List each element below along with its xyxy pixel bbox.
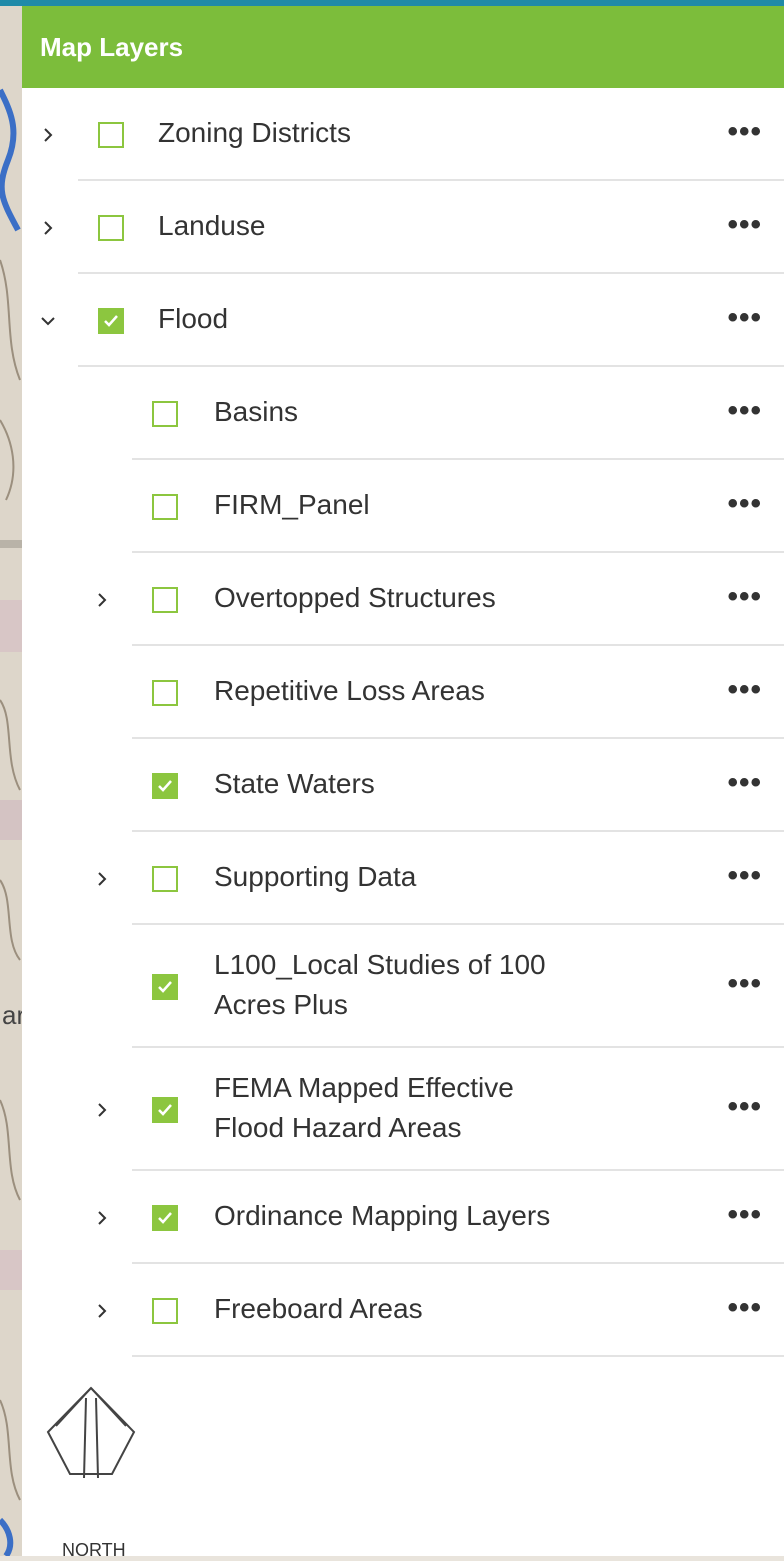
map-layers-panel: Map Layers Zoning Districts ••• Landuse •••…: [22, 6, 784, 1556]
check-icon: [158, 980, 172, 993]
more-options-icon[interactable]: •••: [727, 859, 762, 893]
layer-row[interactable]: Supporting Data •••: [22, 832, 784, 925]
layer-label[interactable]: FIRM_Panel: [214, 485, 370, 525]
more-options-icon[interactable]: •••: [727, 673, 762, 707]
check-icon: [104, 314, 118, 327]
checkbox-checked[interactable]: [152, 1204, 178, 1231]
layer-label[interactable]: Overtopped Structures: [214, 578, 496, 618]
more-options-icon[interactable]: •••: [727, 301, 762, 335]
checkbox-unchecked[interactable]: [98, 121, 124, 148]
layer-label[interactable]: Zoning Districts: [158, 113, 351, 153]
layer-label[interactable]: Supporting Data: [214, 857, 416, 897]
map-background[interactable]: ar: [0, 0, 22, 1556]
checkbox-checked[interactable]: [152, 772, 178, 799]
chevron-right-icon[interactable]: [92, 1301, 112, 1321]
chevron-right-icon[interactable]: [92, 590, 112, 610]
layer-label[interactable]: FEMA Mapped Effective Flood Hazard Areas: [214, 1068, 514, 1148]
layer-row[interactable]: Landuse •••: [22, 181, 784, 274]
layer-label[interactable]: Ordinance Mapping Layers: [214, 1196, 550, 1236]
checkbox-checked[interactable]: [152, 1096, 178, 1123]
map-lines-icon: [0, 88, 22, 1556]
layer-row[interactable]: State Waters •••: [22, 739, 784, 832]
map-text: ar: [2, 1000, 22, 1030]
checkbox-checked[interactable]: [152, 973, 178, 1000]
row-divider: [132, 1355, 784, 1357]
checkbox-unchecked[interactable]: [152, 679, 178, 706]
checkbox-unchecked[interactable]: [98, 214, 124, 241]
chevron-right-icon[interactable]: [92, 1100, 112, 1120]
layer-row[interactable]: Freeboard Areas •••: [22, 1264, 784, 1357]
layer-row[interactable]: Ordinance Mapping Layers •••: [22, 1171, 784, 1264]
north-arrow-icon: [46, 1386, 136, 1479]
checkbox-unchecked[interactable]: [152, 400, 178, 427]
layer-row[interactable]: Basins •••: [22, 367, 784, 460]
layer-row[interactable]: Overtopped Structures •••: [22, 553, 784, 646]
layer-row[interactable]: Flood •••: [22, 274, 784, 367]
layer-label[interactable]: L100_Local Studies of 100 Acres Plus: [214, 945, 546, 1025]
more-options-icon[interactable]: •••: [727, 1198, 762, 1232]
layer-label[interactable]: Repetitive Loss Areas: [214, 671, 485, 711]
layer-row[interactable]: FEMA Mapped Effective Flood Hazard Areas…: [22, 1048, 784, 1171]
check-icon: [158, 779, 172, 792]
check-icon: [158, 1103, 172, 1116]
layer-label[interactable]: Freeboard Areas: [214, 1289, 423, 1329]
chevron-right-icon[interactable]: [92, 1208, 112, 1228]
checkbox-unchecked[interactable]: [152, 1297, 178, 1324]
more-options-icon[interactable]: •••: [727, 967, 762, 1001]
more-options-icon[interactable]: •••: [727, 766, 762, 800]
check-icon: [158, 1211, 172, 1224]
more-options-icon[interactable]: •••: [727, 115, 762, 149]
layer-row[interactable]: Repetitive Loss Areas •••: [22, 646, 784, 739]
more-options-icon[interactable]: •••: [727, 208, 762, 242]
north-label: NORTH: [62, 1540, 126, 1560]
layer-row[interactable]: Zoning Districts •••: [22, 88, 784, 181]
more-options-icon[interactable]: •••: [727, 1090, 762, 1124]
checkbox-unchecked[interactable]: [152, 493, 178, 520]
checkbox-checked[interactable]: [98, 307, 124, 334]
layer-label[interactable]: State Waters: [214, 764, 375, 804]
panel-header: Map Layers: [22, 6, 784, 88]
more-options-icon[interactable]: •••: [727, 580, 762, 614]
chevron-right-icon[interactable]: [38, 125, 58, 145]
layer-label[interactable]: Basins: [214, 392, 298, 432]
panel-title: Map Layers: [40, 31, 184, 62]
checkbox-unchecked[interactable]: [152, 865, 178, 892]
layer-label[interactable]: Landuse: [158, 206, 265, 246]
layer-row[interactable]: FIRM_Panel •••: [22, 460, 784, 553]
layer-label[interactable]: Flood: [158, 299, 228, 339]
chevron-right-icon[interactable]: [38, 218, 58, 238]
layer-row[interactable]: L100_Local Studies of 100 Acres Plus •••: [22, 925, 784, 1048]
chevron-right-icon[interactable]: [92, 869, 112, 889]
more-options-icon[interactable]: •••: [727, 487, 762, 521]
checkbox-unchecked[interactable]: [152, 586, 178, 613]
chevron-down-icon[interactable]: [38, 311, 58, 331]
more-options-icon[interactable]: •••: [727, 394, 762, 428]
more-options-icon[interactable]: •••: [727, 1291, 762, 1325]
